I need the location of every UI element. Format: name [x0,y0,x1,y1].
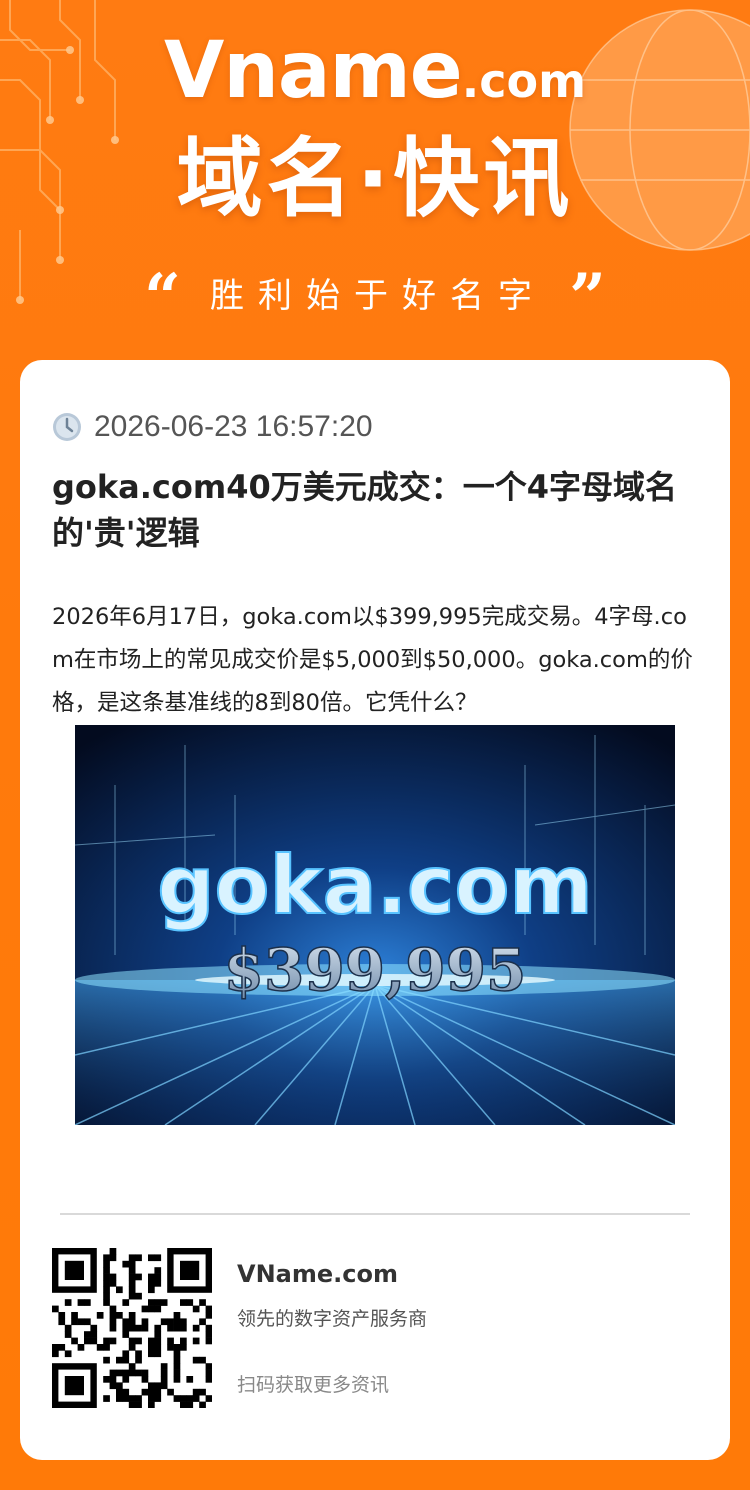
page-headline: 域名·快讯 [176,129,574,229]
scan-tip: 扫码获取更多资讯 [237,1374,390,1396]
close-quote-icon: ” [569,260,606,335]
clock-icon [53,413,81,441]
brand-description: 领先的数字资产服务商 [237,1308,428,1330]
image-domain-text: goka.com [157,839,593,932]
publish-time: 2026-06-23 16:57:20 [52,410,373,444]
slogan-row: “ 胜利始于好名字 ” [0,260,750,335]
image-price-text: $399,995 [224,936,527,1004]
article-image[interactable]: goka.com $399,995 [75,725,675,1125]
open-quote-icon: “ [144,260,181,335]
timestamp: 2026-06-23 16:57:20 [94,410,373,443]
brand-name: VName.com [237,1260,398,1288]
qr-code[interactable] [52,1248,212,1408]
vname-logo: Vname.com [164,26,586,116]
header-banner: Vname.com 域名·快讯 “ 胜利始于好名字 ” [0,0,750,360]
footer-divider [60,1213,690,1215]
news-card: 2026-06-23 16:57:20 goka.com40万美元成交：一个4字… [20,360,730,1460]
slogan-text: 胜利始于好名字 [210,276,546,316]
article-title[interactable]: goka.com40万美元成交：一个4字母域名的'贵'逻辑 [52,464,698,556]
article-summary: 2026年6月17日，goka.com以$399,995完成交易。4字母.com… [52,604,693,716]
